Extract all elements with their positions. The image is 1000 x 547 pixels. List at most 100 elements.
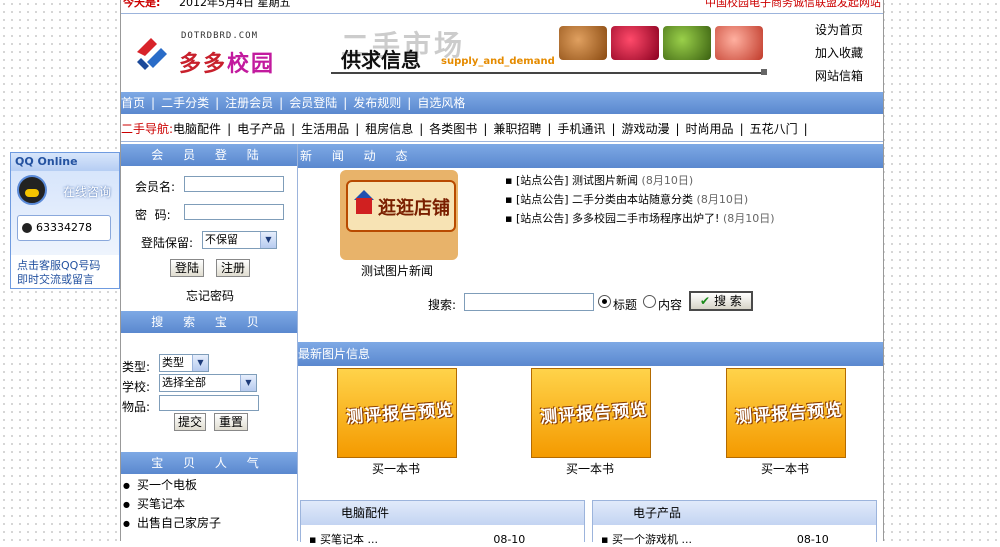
banner-subtitle: supply_and_demand	[441, 56, 555, 67]
banner-fruit-image-2	[611, 26, 659, 60]
item-input[interactable]	[159, 395, 259, 411]
nav-categories[interactable]: 二手分类	[161, 96, 209, 110]
chevron-down-icon: ▼	[192, 355, 208, 371]
news-title-bar: 新 闻 动 态	[298, 144, 883, 168]
login-title: 会 员 登 陆	[121, 144, 297, 166]
banner-rule-end	[761, 69, 767, 75]
main-nav: 首页 | 二手分类 | 注册会员 | 会员登陆 | 发布规则 | 自选风格	[121, 92, 883, 114]
category-item[interactable]: 电脑配件	[173, 122, 221, 136]
news-item[interactable]: ▪ [站点公告] 二手分类由本站随意分类 (8月10日)	[505, 191, 748, 207]
nav-register[interactable]: 注册会员	[225, 96, 273, 110]
nav-login[interactable]: 会员登陆	[289, 96, 337, 110]
search-button[interactable]: ✔ 搜 索	[689, 291, 753, 311]
news-item-date: (8月10日)	[696, 193, 749, 206]
qq-chat-link[interactable]: 在线咨询	[63, 183, 111, 200]
news-item-date: (8月10日)	[722, 212, 775, 225]
site-mailbox-link[interactable]: 网站信箱	[815, 67, 863, 84]
news-item[interactable]: ▪ [站点公告] 多多校园二手市场程序出炉了! (8月10日)	[505, 210, 775, 226]
register-button[interactable]: 注册	[216, 259, 250, 277]
news-item[interactable]: ▪ [站点公告] 测试图片新闻 (8月10日)	[505, 172, 693, 188]
remember-label: 登陆保留:	[141, 236, 194, 250]
school-select[interactable]: 选择全部 ▼	[159, 374, 257, 392]
news-item-text: ▪ [站点公告] 测试图片新闻	[505, 174, 639, 187]
chevron-down-icon: ▼	[260, 232, 276, 248]
remember-select-value: 不保留	[205, 233, 238, 246]
login-button[interactable]: 登陆	[170, 259, 204, 277]
remember-select[interactable]: 不保留 ▼	[202, 231, 277, 249]
qq-footer-line2: 即时交流或留言	[17, 273, 94, 286]
qq-footer-link[interactable]: 点击客服QQ号码 即时交流或留言	[17, 259, 100, 287]
latest-thumb-2[interactable]: 测评报告预览	[531, 368, 651, 458]
category-item[interactable]: 五花八门	[750, 122, 798, 136]
union-link[interactable]: 中国校园电子商务诚信联盟发起网站	[705, 0, 881, 8]
qq-online-widget: QQ Online 在线咨询 63334278 点击客服QQ号码 即时交流或留言	[10, 152, 120, 289]
page-frame: 今天是: 2012年5月4日 星期五 中国校园电子商务诚信联盟发起网站 DOTR…	[120, 0, 884, 546]
latest-thumb-3[interactable]: 测评报告预览	[726, 368, 846, 458]
category-box-row[interactable]: ▪ 买一个游戏机 ... 08-10	[601, 531, 829, 547]
category-item[interactable]: 兼职招聘	[493, 122, 541, 136]
popular-list: 买一个电板 买笔记本 出售自己家房子	[121, 476, 297, 533]
set-homepage-link[interactable]: 设为首页	[815, 21, 863, 38]
logo-chinese: 多多校园	[179, 46, 275, 78]
qq-number-button[interactable]: 63334278	[17, 215, 111, 241]
category-item[interactable]: 电子产品	[237, 122, 285, 136]
list-item[interactable]: 买一个电板	[121, 476, 297, 495]
category-box-electronics: 电子产品 ▪ 买一个游戏机 ... 08-10	[592, 500, 877, 546]
username-input[interactable]	[184, 176, 284, 192]
nav-rules[interactable]: 发布规则	[353, 96, 401, 110]
thumb-text: 测评报告预览	[539, 400, 649, 428]
category-box-computer: 电脑配件 ▪ 买笔记本 ... 08-10	[300, 500, 585, 546]
latest-images-bar: 最新图片信息	[298, 342, 883, 366]
latest-thumb-1[interactable]: 测评报告预览	[337, 368, 457, 458]
password-input[interactable]	[184, 204, 284, 220]
list-item[interactable]: 买笔记本	[121, 495, 297, 514]
logo-chinese-part1: 多多	[179, 52, 228, 77]
type-select[interactable]: 类型 ▼	[159, 354, 209, 372]
school-label: 学校:	[122, 380, 151, 394]
category-item[interactable]: 手机通讯	[557, 122, 605, 136]
search-submit-button[interactable]: 提交	[174, 413, 206, 431]
type-select-value: 类型	[162, 356, 184, 369]
category-divider	[121, 141, 883, 142]
search-reset-button[interactable]: 重置	[214, 413, 248, 431]
radio-content[interactable]	[643, 295, 656, 308]
latest-thumb-caption[interactable]: 买一本书	[761, 460, 809, 477]
nav-home[interactable]: 首页	[121, 96, 145, 110]
latest-images-title: 最新图片信息	[298, 347, 371, 361]
type-label: 类型:	[122, 360, 151, 374]
category-item[interactable]: 生活用品	[301, 122, 349, 136]
category-item[interactable]: 租房信息	[365, 122, 413, 136]
today-label: 今天是:	[123, 0, 161, 9]
qq-penguin-icon[interactable]	[17, 175, 47, 205]
qq-footer-line1: 点击客服QQ号码	[17, 259, 101, 272]
forgot-password-link[interactable]: 忘记密码	[186, 287, 234, 304]
banner-rule	[331, 72, 765, 74]
banner-fruit-image-3	[663, 26, 711, 60]
thumb-text: 测评报告预览	[345, 400, 455, 428]
category-item[interactable]: 各类图书	[429, 122, 477, 136]
shop-banner-text: 逛逛店铺	[378, 198, 450, 219]
search-label: 搜索:	[428, 298, 457, 312]
house-icon	[356, 198, 372, 214]
category-box-title: 电脑配件	[301, 501, 584, 525]
category-box-row[interactable]: ▪ 买笔记本 ... 08-10	[309, 531, 525, 547]
category-box-title: 电子产品	[593, 501, 876, 525]
shop-banner: 逛逛店铺	[346, 180, 456, 232]
latest-thumb-caption[interactable]: 买一本书	[566, 460, 614, 477]
list-item[interactable]: 出售自己家房子	[121, 514, 297, 533]
news-image-caption[interactable]: 测试图片新闻	[361, 262, 433, 279]
radio-title[interactable]	[598, 295, 611, 308]
add-favorite-link[interactable]: 加入收藏	[815, 44, 863, 61]
qq-widget-body: 在线咨询 63334278	[11, 171, 119, 255]
nav-style[interactable]: 自选风格	[417, 96, 465, 110]
password-label: 密 码:	[135, 208, 171, 222]
news-image[interactable]: 逛逛店铺	[340, 170, 458, 260]
thumb-text: 测评报告预览	[734, 400, 844, 428]
category-item[interactable]: 游戏动漫	[621, 122, 669, 136]
latest-thumb-caption[interactable]: 买一本书	[372, 460, 420, 477]
search-input[interactable]	[464, 293, 594, 311]
site-logo[interactable]: DOTRDBRD.COM 多多校园	[131, 26, 291, 78]
category-item[interactable]: 时尚用品	[686, 122, 734, 136]
qq-widget-title: QQ Online	[11, 153, 119, 171]
left-column: 会 员 登 陆 会员名: 密 码: 登陆保留: 不保留 ▼ 登陆 注册 忘记密码 …	[121, 144, 298, 541]
